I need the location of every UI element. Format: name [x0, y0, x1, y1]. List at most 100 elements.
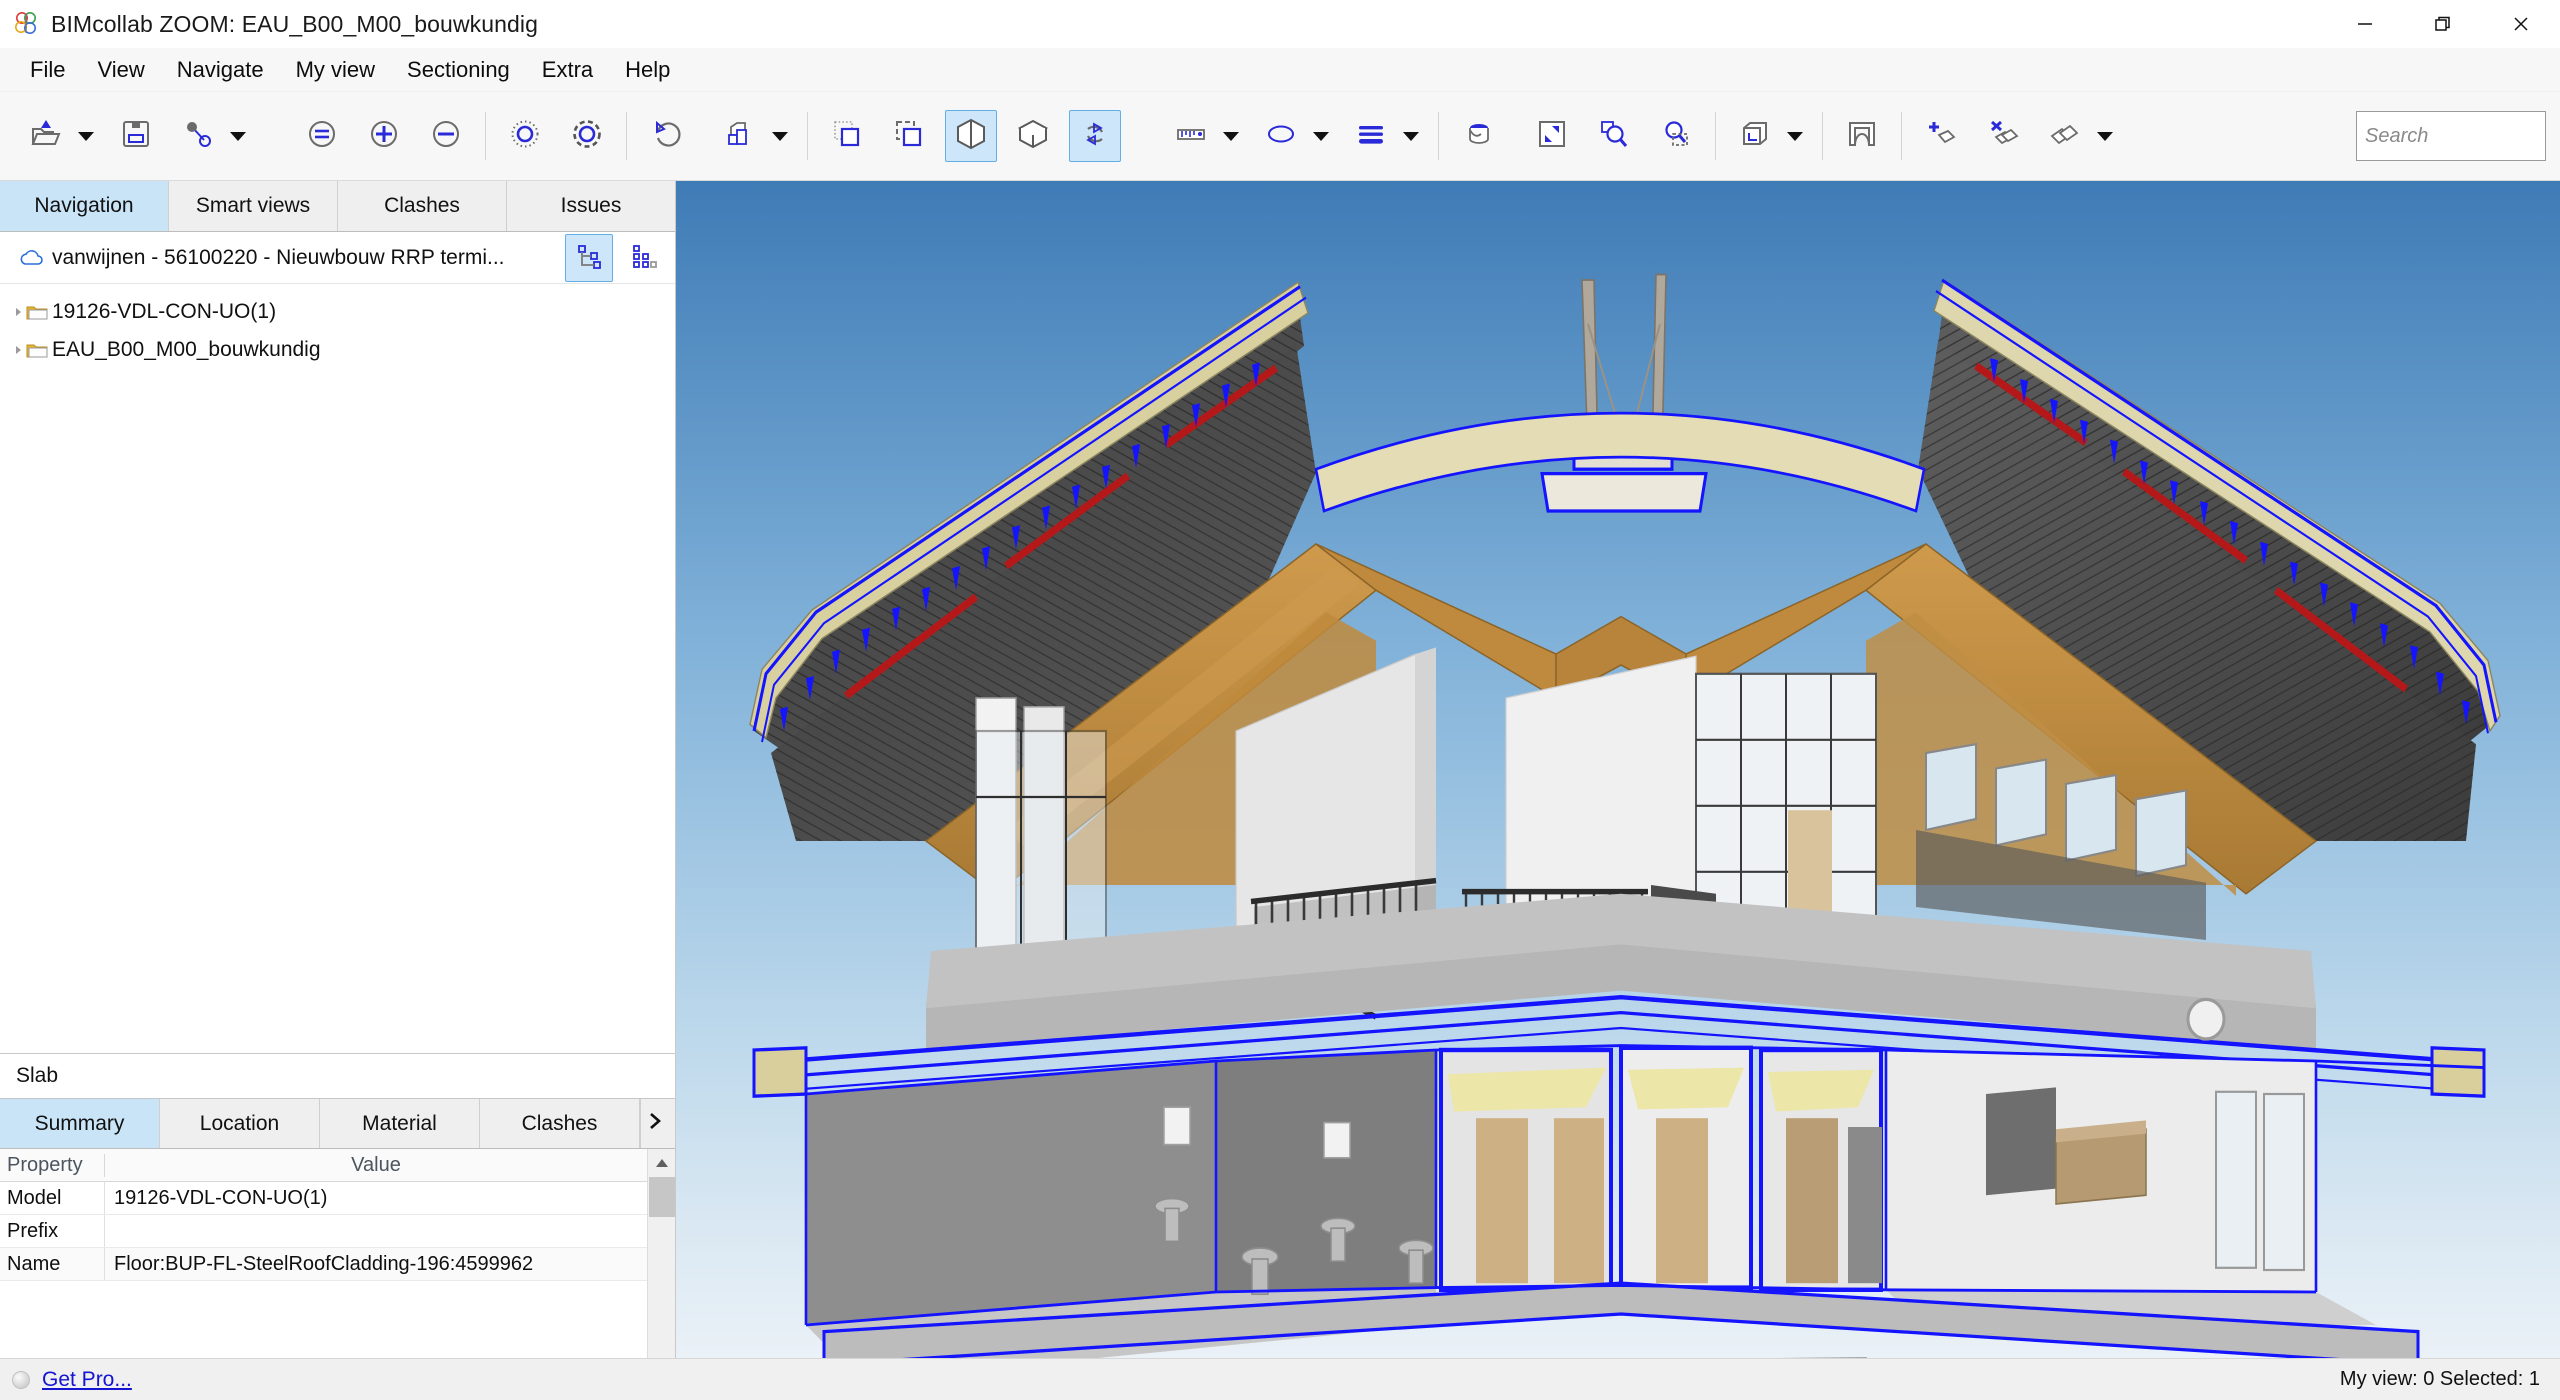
measure-button[interactable] [1165, 110, 1217, 162]
folder-icon [26, 303, 48, 321]
properties-tabs: Summary Location Material Clashes [0, 1098, 675, 1149]
tree-structure-icon [574, 241, 604, 276]
select-inside-button[interactable] [821, 110, 873, 162]
grid-view-toggle[interactable] [619, 234, 667, 282]
section-view-button[interactable] [945, 110, 997, 162]
ground-center-rooms [1439, 1045, 1883, 1292]
ptab-material[interactable]: Material [320, 1099, 480, 1148]
search-container [2356, 111, 2546, 161]
chevron-right-icon [647, 1111, 663, 1136]
select-loose-icon [508, 117, 542, 156]
search-input[interactable] [2356, 111, 2546, 161]
remove-smartview-button[interactable] [1977, 110, 2029, 162]
restore-button[interactable] [2404, 0, 2482, 48]
window-controls [2326, 0, 2560, 48]
smartviews-dropdown-caret[interactable] [2091, 110, 2119, 162]
close-button[interactable] [2482, 0, 2560, 48]
tab-smart-views[interactable]: Smart views [169, 181, 338, 231]
get-pro-link[interactable]: Get Pro... [42, 1368, 132, 1392]
markup-dropdown-caret[interactable] [1307, 110, 1335, 162]
properties-scrollbar[interactable] [647, 1149, 675, 1358]
markup-ellipse-button[interactable] [1255, 110, 1307, 162]
open-project-icon [28, 116, 64, 157]
ptab-clashes[interactable]: Clashes [480, 1099, 640, 1148]
zoom-window-button[interactable] [1588, 110, 1640, 162]
expander-icon[interactable] [12, 306, 26, 318]
layers-dropdown-caret[interactable] [1397, 110, 1425, 162]
select-loose-button[interactable] [499, 110, 551, 162]
menu-my-view[interactable]: My view [280, 51, 391, 89]
menu-extra[interactable]: Extra [526, 51, 609, 89]
orbit-button[interactable] [1069, 110, 1121, 162]
clip-box-icon [1738, 117, 1772, 156]
remove-smartview-icon [1986, 117, 2020, 156]
main-toolbar [0, 92, 2560, 181]
smartviews-button[interactable] [2039, 110, 2091, 162]
tree-item-model-1[interactable]: 19126-VDL-CON-UO(1) [0, 293, 675, 331]
tree-item-label: EAU_B00_M00_bouwkundig [52, 338, 321, 361]
tab-issues[interactable]: Issues [507, 181, 675, 231]
zoom-out-button[interactable] [420, 110, 472, 162]
open-dropdown-caret[interactable] [72, 110, 100, 162]
zoom-selection-button[interactable] [1650, 110, 1702, 162]
scrollbar-thumb[interactable] [648, 1177, 675, 1217]
link-button[interactable] [172, 110, 224, 162]
clip-dropdown-caret[interactable] [1781, 110, 1809, 162]
ptab-location[interactable]: Location [160, 1099, 320, 1148]
row-value: 19126-VDL-CON-UO(1) [114, 1186, 328, 1209]
window-title: BIMcollab ZOOM: EAU_B00_M00_bouwkundig [51, 10, 539, 37]
fullscreen-button[interactable] [1526, 110, 1578, 162]
measure-dropdown-caret[interactable] [1217, 110, 1245, 162]
add-smartview-button[interactable] [1915, 110, 1967, 162]
properties-table: Property Value Model 19126-VDL-CON-UO(1)… [0, 1149, 675, 1358]
isolate-dropdown-caret[interactable] [766, 110, 794, 162]
tree-view-toggle[interactable] [565, 234, 613, 282]
expander-icon[interactable] [12, 344, 26, 356]
col-property: Property [0, 1153, 105, 1177]
paint-bucket-button[interactable] [1452, 110, 1504, 162]
layers-button[interactable] [1345, 110, 1397, 162]
project-row[interactable]: vanwijnen - 56100220 - Nieuwbouw RRP ter… [0, 232, 675, 284]
paint-bucket-icon [1461, 117, 1495, 156]
tab-navigation[interactable]: Navigation [0, 181, 169, 231]
3d-viewport[interactable] [676, 181, 2560, 1358]
section-plane-button[interactable] [1836, 110, 1888, 162]
properties-title: Slab [0, 1054, 675, 1098]
select-crossing-icon [892, 117, 926, 156]
isolate-button[interactable] [714, 110, 766, 162]
clip-box-button[interactable] [1729, 110, 1781, 162]
menu-sectioning[interactable]: Sectioning [391, 51, 526, 89]
table-row[interactable]: Name Floor:BUP-FL-SteelRoofCladding-196:… [0, 1248, 647, 1281]
status-bar: Get Pro... My view: 0 Selected: 1 [0, 1358, 2560, 1400]
table-row[interactable]: Model 19126-VDL-CON-UO(1) [0, 1182, 647, 1215]
open-project-button[interactable] [20, 110, 72, 162]
menu-view[interactable]: View [81, 51, 160, 89]
menu-navigate[interactable]: Navigate [161, 51, 280, 89]
status-indicator [12, 1370, 30, 1389]
tree-item-model-2[interactable]: EAU_B00_M00_bouwkundig [0, 331, 675, 369]
orbit-icon [1077, 116, 1113, 157]
box-view-button[interactable] [1007, 110, 1059, 162]
menu-help[interactable]: Help [609, 51, 686, 89]
select-inside-icon [830, 117, 864, 156]
zoom-fit-button[interactable] [296, 110, 348, 162]
undo-button[interactable] [640, 110, 692, 162]
link-dropdown-caret[interactable] [224, 110, 252, 162]
save-button[interactable] [110, 110, 162, 162]
select-crossing-button[interactable] [883, 110, 935, 162]
menu-file[interactable]: File [14, 51, 81, 89]
minimize-button[interactable] [2326, 0, 2404, 48]
row-value: Floor:BUP-FL-SteelRoofCladding-196:45999… [114, 1252, 534, 1275]
properties-tabs-next-button[interactable] [640, 1099, 668, 1148]
body-area: Navigation Smart views Clashes Issues va… [0, 181, 2560, 1358]
ptab-summary[interactable]: Summary [0, 1099, 160, 1148]
select-dense-button[interactable] [561, 110, 613, 162]
add-smartview-icon [1924, 117, 1958, 156]
col-value: Value [351, 1153, 401, 1176]
tab-clashes[interactable]: Clashes [338, 181, 507, 231]
scroll-up-arrow-icon[interactable] [648, 1149, 676, 1177]
zoom-in-button[interactable] [358, 110, 410, 162]
ground-room-left-wall [806, 1061, 1216, 1325]
section-plane-icon [1845, 117, 1879, 156]
table-row[interactable]: Prefix [0, 1215, 647, 1248]
